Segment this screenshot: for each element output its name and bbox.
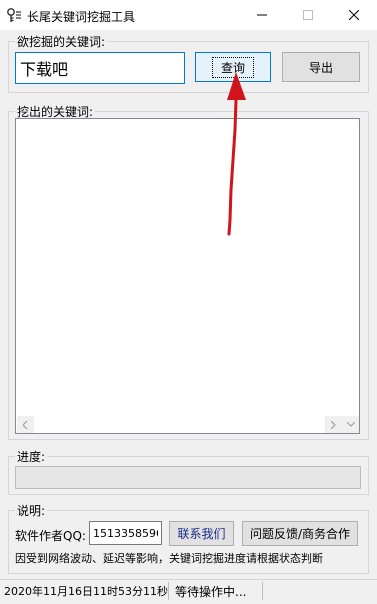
keyword-label: 欲挖掘的关键词: <box>15 33 108 50</box>
title-bar[interactable]: 长尾关键词挖掘工具 <box>0 0 377 30</box>
scroll-down-button[interactable] <box>342 416 359 433</box>
keyword-input[interactable] <box>15 52 185 84</box>
progress-label: 进度: <box>15 448 48 465</box>
scroll-down-icon <box>346 422 355 427</box>
maximize-button[interactable] <box>285 0 331 30</box>
scroll-right-button[interactable] <box>325 416 342 433</box>
author-qq-label: 软件作者QQ: <box>15 529 86 543</box>
status-divider <box>262 582 263 600</box>
close-button[interactable] <box>331 0 377 30</box>
scroll-left-icon <box>23 420 28 429</box>
author-qq-field[interactable] <box>89 521 162 545</box>
minimize-button[interactable] <box>239 0 285 30</box>
query-button-label: 查询 <box>211 56 254 78</box>
feedback-button[interactable]: 问题反馈/商务合作 <box>242 521 358 546</box>
maximize-icon <box>303 10 313 20</box>
notice-text: 因受到网络波动、延迟等影响，关键词挖掘进度请根据状态判断 <box>15 552 323 565</box>
scroll-right-icon <box>331 420 336 429</box>
status-divider <box>168 582 169 600</box>
export-button[interactable]: 导出 <box>282 52 360 82</box>
status-text: 等待操作中... <box>175 585 247 599</box>
close-icon <box>349 10 359 20</box>
contact-button-label: 联系我们 <box>177 527 226 541</box>
export-button-label: 导出 <box>308 60 333 75</box>
status-timestamp: 2020年11月16日11时53分11秒 <box>4 585 168 598</box>
contact-button[interactable]: 联系我们 <box>169 521 234 546</box>
minimize-icon <box>257 14 267 16</box>
key-icon <box>7 8 21 22</box>
scroll-left-button[interactable] <box>17 416 34 433</box>
feedback-button-label: 问题反馈/商务合作 <box>249 527 351 541</box>
info-label: 说明: <box>15 502 48 519</box>
progress-bar <box>15 466 361 489</box>
query-button[interactable]: 查询 <box>195 52 271 82</box>
results-list[interactable] <box>15 118 360 434</box>
window-title: 长尾关键词挖掘工具 <box>27 10 136 24</box>
